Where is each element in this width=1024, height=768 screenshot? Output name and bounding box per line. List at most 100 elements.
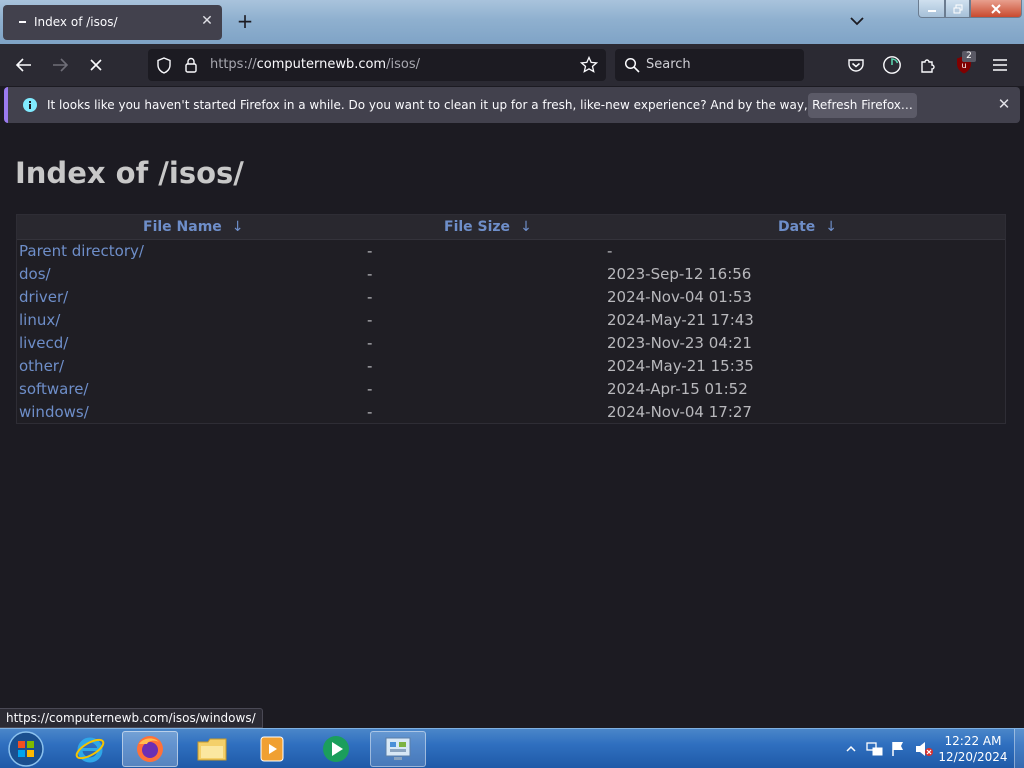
show-desktop-button[interactable] — [1014, 729, 1024, 768]
action-center-flag-icon[interactable] — [890, 740, 906, 758]
table-row: livecd/ - 2023-Nov-23 04:21 — [17, 332, 1005, 355]
restore-icon — [953, 4, 962, 13]
file-link[interactable]: windows/ — [19, 403, 89, 421]
control-panel-icon — [385, 737, 411, 760]
search-placeholder: Search — [646, 57, 691, 72]
info-icon — [23, 98, 37, 112]
file-size: - — [367, 334, 373, 352]
file-date: 2024-May-21 17:43 — [607, 311, 754, 329]
file-link[interactable]: driver/ — [19, 288, 68, 306]
pocket-icon — [848, 59, 864, 72]
tab-close-icon[interactable]: ✕ — [200, 13, 214, 29]
table-row: other/ - 2024-May-21 15:35 — [17, 355, 1005, 378]
file-link[interactable]: linux/ — [19, 311, 60, 329]
search-bar[interactable]: Search — [615, 49, 804, 81]
restore-button[interactable] — [945, 0, 970, 18]
minimize-icon — [927, 9, 936, 12]
taskbar-control-panel[interactable] — [370, 731, 426, 767]
folder-icon — [197, 738, 227, 761]
taskbar-file-explorer[interactable] — [184, 731, 240, 767]
url-scheme: https:// — [210, 57, 257, 72]
title-bar: Index of /isos/ ✕ + — [0, 0, 1024, 44]
file-date: - — [607, 242, 613, 260]
sort-arrow-icon: ↓ — [825, 219, 837, 235]
close-window-button[interactable] — [970, 0, 1022, 18]
shield-icon[interactable] — [156, 57, 172, 74]
navigation-toolbar: https://computernewb.com/isos/ Search u — [0, 44, 1024, 86]
taskbar-firefox[interactable] — [122, 731, 178, 767]
arrow-left-icon — [15, 58, 31, 72]
minimize-button[interactable] — [918, 0, 945, 18]
arrow-right-icon — [53, 58, 69, 72]
taskbar-media-center[interactable] — [308, 731, 364, 767]
file-date: 2024-May-21 15:35 — [607, 357, 754, 375]
bookmark-star-icon[interactable] — [580, 56, 598, 74]
taskbar-media-player[interactable] — [244, 731, 300, 767]
file-date: 2024-Apr-15 01:52 — [607, 380, 748, 398]
stop-loading-button[interactable] — [82, 52, 110, 78]
svg-text:u: u — [961, 61, 966, 70]
file-link[interactable]: other/ — [19, 357, 64, 375]
chevron-down-icon — [850, 17, 864, 26]
url-host: computernewb.com — [256, 57, 387, 72]
address-bar[interactable]: https://computernewb.com/isos/ — [148, 49, 606, 81]
new-tab-button[interactable]: + — [234, 10, 256, 32]
file-link[interactable]: Parent directory/ — [19, 242, 144, 260]
back-button[interactable] — [10, 52, 38, 78]
refresh-firefox-button[interactable]: Refresh Firefox… — [808, 93, 917, 118]
clock-date: 12/20/2024 — [938, 750, 1008, 764]
notification-close-icon[interactable]: ✕ — [996, 95, 1012, 113]
sort-arrow-icon: ↓ — [520, 219, 532, 235]
list-all-tabs-button[interactable] — [848, 12, 866, 30]
file-size: - — [367, 242, 373, 260]
link-status-bar: https://computernewb.com/isos/windows/ — [0, 708, 263, 728]
forward-button[interactable] — [46, 52, 74, 78]
extensions-button[interactable] — [914, 52, 942, 78]
extension-badge-count: 2 — [962, 51, 976, 62]
media-center-icon — [323, 736, 349, 762]
lock-icon[interactable] — [184, 56, 198, 74]
file-link[interactable]: livecd/ — [19, 334, 68, 352]
tab-active[interactable]: Index of /isos/ ✕ — [3, 5, 222, 40]
file-size: - — [367, 357, 373, 375]
file-date: 2024-Nov-04 01:53 — [607, 288, 752, 306]
table-row: windows/ - 2024-Nov-04 17:27 — [17, 401, 1005, 424]
stop-icon — [90, 59, 102, 71]
network-icon[interactable] — [866, 741, 884, 757]
app-menu-button[interactable] — [986, 52, 1014, 78]
tab-title: Index of /isos/ — [34, 15, 118, 29]
taskbar-internet-explorer[interactable] — [62, 731, 118, 767]
page-title: Index of /isos/ — [15, 156, 244, 190]
sync-account-button[interactable] — [878, 52, 906, 78]
column-header-file-size[interactable]: File Size ↓ — [444, 219, 532, 235]
show-hidden-icons-icon[interactable] — [846, 744, 856, 754]
file-listing-table: File Name ↓ File Size ↓ Date ↓ Parent direc… — [16, 214, 1006, 424]
account-circle-icon — [883, 56, 901, 74]
media-player-icon — [260, 736, 284, 762]
file-date: 2023-Sep-12 16:56 — [607, 265, 752, 283]
column-header-label: Date — [778, 219, 816, 235]
file-size: - — [367, 288, 373, 306]
windows-start-orb-icon — [8, 731, 44, 767]
table-row: linux/ - 2024-May-21 17:43 — [17, 309, 1005, 332]
file-link[interactable]: dos/ — [19, 265, 51, 283]
close-icon — [991, 3, 1001, 14]
clock-time: 12:22 AM — [944, 734, 1002, 748]
notification-message: It looks like you haven't started Firefo… — [47, 98, 903, 112]
file-link[interactable]: software/ — [19, 380, 88, 398]
column-header-label: File Name — [143, 219, 222, 235]
table-row: Parent directory/ - - — [17, 240, 1005, 263]
url-text[interactable]: https://computernewb.com/isos/ — [210, 57, 420, 72]
hamburger-menu-icon — [993, 59, 1007, 71]
column-header-label: File Size — [444, 219, 511, 235]
search-icon — [624, 57, 640, 73]
column-header-file-name[interactable]: File Name ↓ — [143, 219, 244, 235]
pocket-button[interactable] — [842, 52, 870, 78]
file-date: 2023-Nov-23 04:21 — [607, 334, 752, 352]
column-header-date[interactable]: Date ↓ — [778, 219, 837, 235]
notification-bar: It looks like you haven't started Firefo… — [4, 87, 1020, 123]
url-path: /isos/ — [386, 57, 420, 72]
start-button[interactable] — [0, 731, 52, 767]
taskbar-clock[interactable]: 12:22 AM 12/20/2024 — [930, 733, 1016, 765]
table-row: software/ - 2024-Apr-15 01:52 — [17, 378, 1005, 401]
